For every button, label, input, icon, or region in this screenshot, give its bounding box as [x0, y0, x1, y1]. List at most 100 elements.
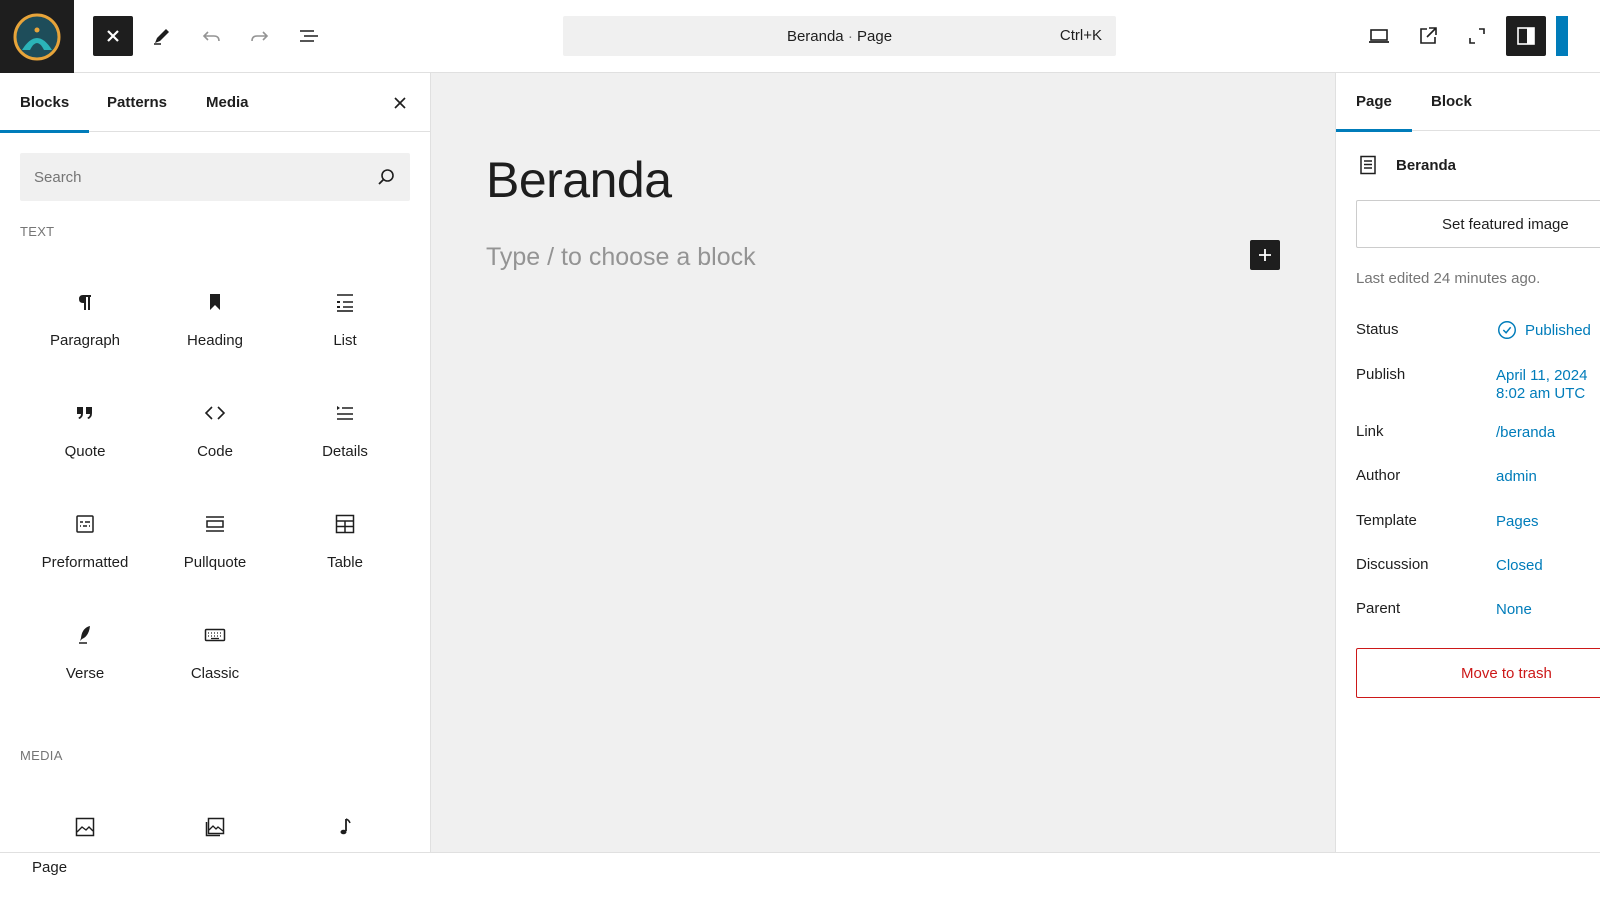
document-name: Beranda — [1396, 156, 1457, 174]
template-value[interactable]: Pages — [1496, 512, 1539, 531]
tools-button[interactable] — [142, 16, 182, 56]
block-classic[interactable]: Classic — [150, 611, 280, 711]
author-label: Author — [1356, 467, 1401, 484]
link-label: Link — [1356, 423, 1384, 440]
plus-icon — [1259, 249, 1271, 261]
image-icon — [73, 815, 97, 839]
code-icon — [203, 401, 227, 425]
block-audio[interactable] — [280, 803, 410, 852]
fullscreen-icon — [1469, 28, 1485, 44]
search-input[interactable] — [20, 153, 410, 201]
gallery-icon — [203, 815, 227, 839]
block-label: Classic — [190, 665, 240, 682]
tab-blocks[interactable]: Blocks — [0, 73, 90, 133]
paragraph-icon — [73, 290, 97, 314]
block-pullquote[interactable]: Pullquote — [150, 500, 280, 600]
tab-patterns[interactable]: Patterns — [107, 73, 167, 132]
section-title-media: MEDIA — [20, 748, 63, 763]
parent-label: Parent — [1356, 600, 1401, 617]
block-table[interactable]: Table — [280, 500, 410, 600]
close-panel-button[interactable] — [388, 91, 412, 115]
tab-block[interactable]: Block — [1431, 73, 1472, 131]
block-label: Quote — [64, 443, 106, 460]
editor-header: Beranda · Page Ctrl+K — [0, 0, 1600, 73]
save-button[interactable] — [1556, 16, 1568, 56]
undo-button[interactable] — [191, 16, 231, 56]
search-icon — [378, 169, 394, 185]
list-icon — [333, 290, 357, 314]
page-icon — [1360, 155, 1376, 175]
details-icon — [333, 401, 357, 425]
site-logo[interactable] — [0, 0, 74, 73]
block-label: Verse — [65, 665, 105, 682]
table-icon — [333, 512, 357, 536]
add-block-button[interactable] — [1250, 240, 1280, 270]
verse-icon — [73, 623, 97, 647]
block-label: List — [333, 332, 357, 349]
tab-page[interactable]: Page — [1336, 73, 1412, 132]
fullscreen-button[interactable] — [1457, 16, 1497, 56]
discussion-value[interactable]: Closed — [1496, 556, 1543, 575]
desktop-icon — [1369, 29, 1389, 43]
block-label: Heading — [187, 332, 243, 349]
block-heading[interactable]: Heading — [150, 278, 280, 378]
breadcrumb[interactable]: Page — [32, 859, 67, 876]
document-overview-button[interactable] — [289, 16, 329, 56]
move-to-trash-button[interactable]: Move to trash — [1356, 648, 1600, 698]
undo-icon — [202, 31, 220, 42]
block-placeholder[interactable]: Type / to choose a block — [486, 243, 756, 272]
preformatted-icon — [73, 512, 97, 536]
block-details[interactable]: Details — [280, 389, 410, 489]
last-edited-text: Last edited 24 minutes ago. — [1356, 270, 1541, 287]
block-label: Code — [197, 443, 233, 460]
close-inserter-button[interactable] — [93, 16, 133, 56]
published-check-icon — [1498, 321, 1516, 339]
block-label: Pullquote — [183, 554, 247, 571]
view-page-button[interactable] — [1408, 16, 1448, 56]
document-summary: Beranda — [1356, 153, 1456, 177]
site-logo-icon — [13, 13, 61, 60]
external-link-icon — [1420, 27, 1437, 44]
block-label: Details — [322, 443, 368, 460]
block-gallery[interactable] — [150, 803, 280, 852]
block-list[interactable]: List — [280, 278, 410, 378]
block-label: Paragraph — [49, 332, 121, 349]
list-view-icon — [300, 30, 318, 42]
author-value[interactable]: admin — [1496, 467, 1537, 486]
publish-label: Publish — [1356, 366, 1406, 383]
block-label: Preformatted — [41, 554, 129, 571]
block-quote[interactable]: Quote — [20, 389, 150, 489]
set-featured-image-button[interactable]: Set featured image — [1356, 200, 1600, 248]
settings-toggle-button[interactable] — [1506, 16, 1546, 56]
block-preformatted[interactable]: Preformatted — [20, 500, 150, 600]
editor-footer: Page — [0, 852, 1600, 900]
document-title: Beranda · Page — [786, 27, 893, 45]
redo-button[interactable] — [240, 16, 280, 56]
audio-icon — [333, 815, 357, 839]
editor-canvas: Beranda Type / to choose a block — [431, 73, 1335, 852]
publish-time[interactable]: 8:02 am UTC — [1496, 384, 1585, 403]
close-icon — [394, 97, 406, 109]
status-label: Status — [1356, 321, 1399, 338]
preview-button[interactable] — [1359, 16, 1399, 56]
command-palette-bar[interactable]: Beranda · Page Ctrl+K — [563, 16, 1116, 56]
status-value[interactable]: Published — [1525, 321, 1591, 340]
tab-media[interactable]: Media — [206, 73, 249, 132]
block-inserter-panel: Blocks Patterns Media TEXT Paragraph Hea… — [0, 73, 431, 852]
page-title[interactable]: Beranda — [486, 151, 672, 209]
shortcut-hint: Ctrl+K — [1059, 27, 1102, 44]
block-image[interactable] — [20, 803, 150, 852]
heading-icon — [203, 290, 227, 314]
settings-sidebar: Page Block Beranda Set featured image La… — [1335, 73, 1600, 852]
parent-value[interactable]: None — [1496, 600, 1532, 619]
block-paragraph[interactable]: Paragraph — [20, 278, 150, 378]
publish-date[interactable]: April 11, 2024 — [1496, 366, 1587, 385]
inserter-tabs: Blocks Patterns Media — [0, 73, 430, 133]
block-code[interactable]: Code — [150, 389, 280, 489]
sidebar-icon — [1517, 27, 1535, 45]
block-verse[interactable]: Verse — [20, 611, 150, 711]
pencil-icon — [154, 29, 169, 45]
close-icon — [107, 30, 119, 42]
block-label: Table — [327, 554, 363, 571]
link-value[interactable]: /beranda — [1496, 423, 1555, 442]
